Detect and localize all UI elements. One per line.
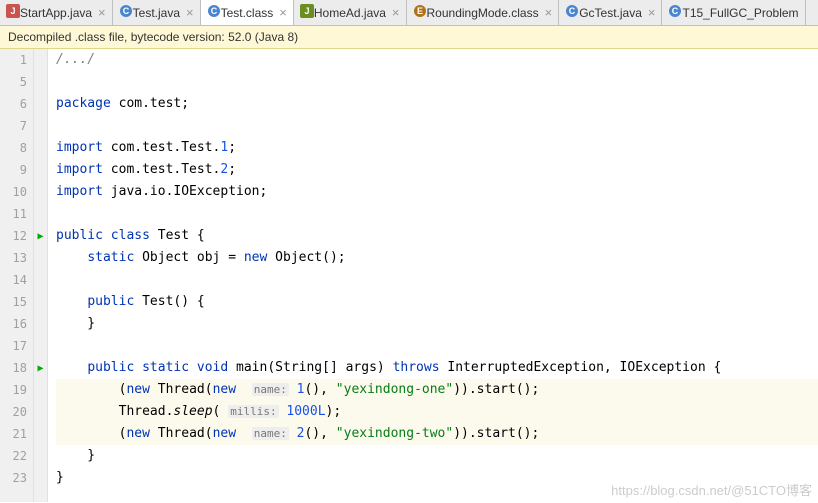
line-number: 13: [0, 247, 27, 269]
close-icon[interactable]: ×: [279, 6, 287, 19]
tab-gctest[interactable]: C GcTest.java ×: [559, 0, 662, 25]
enum-file-icon: E: [413, 4, 427, 21]
tab-t15fullgc[interactable]: C T15_FullGC_Problem: [662, 0, 805, 25]
line-number: 17: [0, 335, 27, 357]
line-number: 10: [0, 181, 27, 203]
tab-label: GcTest.java: [579, 6, 642, 20]
line-number: 11: [0, 203, 27, 225]
line-number: 22: [0, 445, 27, 467]
line-number: 20: [0, 401, 27, 423]
decompiled-banner: Decompiled .class file, bytecode version…: [0, 26, 818, 49]
line-number: 6: [0, 93, 27, 115]
svg-text:C: C: [672, 6, 679, 16]
line-number: 5: [0, 71, 27, 93]
line-number: 14: [0, 269, 27, 291]
close-icon[interactable]: ×: [648, 6, 656, 19]
line-number: 8: [0, 137, 27, 159]
close-icon[interactable]: ×: [392, 6, 400, 19]
svg-text:C: C: [569, 6, 576, 16]
tab-label: StartApp.java: [20, 6, 92, 20]
svg-text:C: C: [210, 6, 217, 16]
line-number: 15: [0, 291, 27, 313]
tab-roundingmode[interactable]: E RoundingMode.class ×: [407, 0, 560, 25]
line-number: 23: [0, 467, 27, 489]
close-icon[interactable]: ×: [186, 6, 194, 19]
line-number: 7: [0, 115, 27, 137]
svg-text:C: C: [122, 6, 129, 16]
class-file-icon: C: [207, 4, 221, 21]
tab-label: RoundingMode.class: [427, 6, 539, 20]
tab-label: HomeAd.java: [314, 6, 386, 20]
parameter-hint: name:: [252, 427, 289, 440]
tab-test-java[interactable]: C Test.java ×: [113, 0, 201, 25]
svg-text:E: E: [417, 6, 423, 16]
class-file-icon: C: [668, 4, 682, 21]
run-gutter-icon[interactable]: ▶: [37, 363, 43, 374]
line-number: 16: [0, 313, 27, 335]
line-number: 1: [0, 49, 27, 71]
tab-homead[interactable]: J HomeAd.java ×: [294, 0, 407, 25]
line-number: 9: [0, 159, 27, 181]
svg-text:J: J: [304, 6, 309, 16]
tab-test-class[interactable]: C Test.class ×: [201, 0, 294, 25]
tab-label: Test.java: [133, 6, 180, 20]
svg-text:J: J: [10, 6, 15, 16]
code-editor[interactable]: 1 5 6 7 8 9 10 11 12 13 14 15 16 17 18 1…: [0, 49, 818, 502]
run-gutter-icon[interactable]: ▶: [37, 231, 43, 242]
java-file-icon: J: [300, 4, 314, 21]
tab-label: T15_FullGC_Problem: [682, 6, 798, 20]
tab-startapp[interactable]: J StartApp.java ×: [0, 0, 113, 25]
editor-tabs: J StartApp.java × C Test.java × C Test.c…: [0, 0, 818, 26]
class-file-icon: C: [565, 4, 579, 21]
class-file-icon: C: [119, 4, 133, 21]
line-gutter: 1 5 6 7 8 9 10 11 12 13 14 15 16 17 18 1…: [0, 49, 34, 502]
tab-label: Test.class: [221, 6, 274, 20]
line-number: 12: [0, 225, 27, 247]
parameter-hint: millis:: [228, 405, 278, 418]
line-number: 21: [0, 423, 27, 445]
line-number: 18: [0, 357, 27, 379]
line-number: 19: [0, 379, 27, 401]
close-icon[interactable]: ×: [545, 6, 553, 19]
close-icon[interactable]: ×: [98, 6, 106, 19]
gutter-markers: ▶ ▶: [34, 49, 48, 502]
parameter-hint: name:: [252, 383, 289, 396]
java-file-icon: J: [6, 4, 20, 21]
folded-comment[interactable]: /.../: [56, 52, 95, 67]
code-area[interactable]: /.../ package com.test; import com.test.…: [48, 49, 818, 502]
